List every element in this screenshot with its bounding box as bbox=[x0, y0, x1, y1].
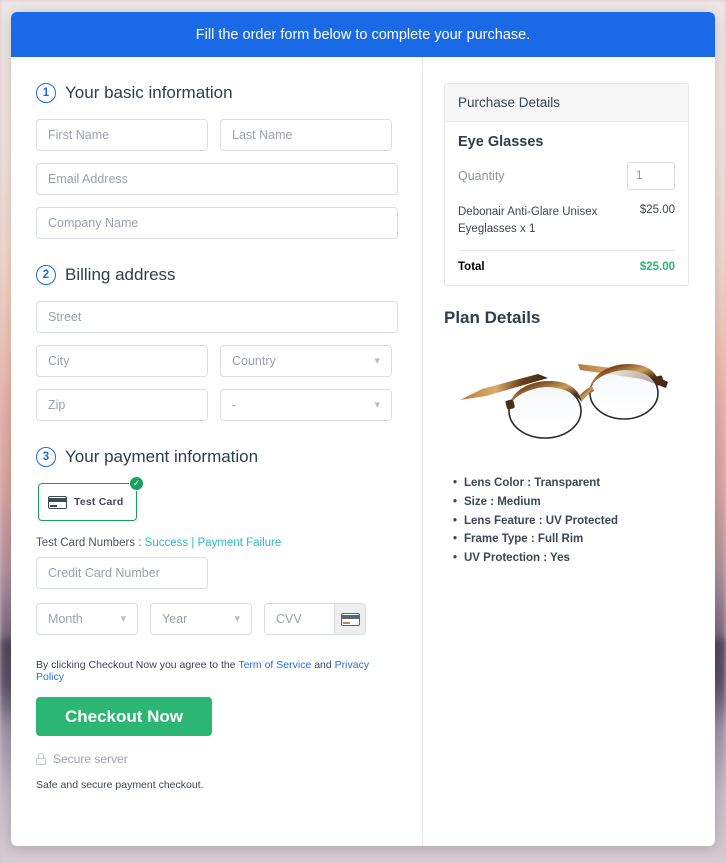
secure-server-label: Secure server bbox=[53, 752, 128, 766]
spec-item: Size : Medium bbox=[453, 493, 689, 512]
expiry-year-value: Year bbox=[162, 612, 188, 626]
success-link[interactable]: Success bbox=[145, 537, 188, 549]
cvv-help-button[interactable] bbox=[334, 603, 366, 635]
quantity-label: Quantity bbox=[458, 169, 505, 183]
checkout-card: Fill the order form below to complete yo… bbox=[11, 12, 715, 846]
step-1-title: Your basic information bbox=[65, 83, 233, 102]
credit-card-icon bbox=[48, 495, 67, 509]
test-card-numbers-line: Test Card Numbers : Success | Payment Fa… bbox=[36, 537, 398, 549]
chevron-down-icon: ▾ bbox=[234, 612, 240, 625]
total-label: Total bbox=[458, 261, 485, 274]
state-select-value: - bbox=[232, 398, 237, 412]
banner-text: Fill the order form below to complete yo… bbox=[195, 26, 531, 43]
step-2-title: Billing address bbox=[65, 265, 176, 284]
step-2-heading: 2 Billing address bbox=[36, 265, 398, 285]
expiry-cvv-row: Month ▾ Year ▾ CVV bbox=[36, 603, 398, 635]
line-item-description: Debonair Anti-Glare Unisex Eyeglasses x … bbox=[458, 206, 598, 235]
spec-item: Frame Type : Full Rim bbox=[453, 530, 689, 549]
chevron-down-icon: ▾ bbox=[374, 398, 380, 411]
city-country-row: City Country ▾ bbox=[36, 345, 398, 377]
purchase-details-card: Purchase Details Eye Glasses Quantity 1 … bbox=[444, 83, 689, 287]
agreement-prefix: By clicking Checkout Now you agree to th… bbox=[36, 659, 239, 671]
link-separator: | bbox=[188, 537, 198, 549]
card-number-row: Credit Card Number bbox=[36, 557, 398, 589]
step-2-number: 2 bbox=[36, 265, 56, 285]
summary-column: Purchase Details Eye Glasses Quantity 1 … bbox=[423, 57, 715, 846]
step-1-heading: 1 Your basic information bbox=[36, 83, 398, 103]
spec-item: UV Protection : Yes bbox=[453, 549, 689, 568]
total-row: Total $25.00 bbox=[458, 261, 675, 273]
state-select[interactable]: - ▾ bbox=[220, 389, 392, 421]
agreement-middle: and bbox=[311, 659, 335, 671]
test-card-button[interactable]: Test Card bbox=[38, 483, 137, 521]
step-3-title: Your payment information bbox=[65, 447, 259, 466]
checkout-now-button[interactable]: Checkout Now bbox=[36, 697, 212, 736]
line-item-row: Debonair Anti-Glare Unisex Eyeglasses x … bbox=[458, 204, 675, 237]
cvv-group: CVV bbox=[264, 603, 366, 635]
expiry-month-value: Month bbox=[48, 612, 83, 626]
chevron-down-icon: ▾ bbox=[120, 612, 126, 625]
quantity-input[interactable]: 1 bbox=[627, 162, 675, 190]
expiry-month-select[interactable]: Month ▾ bbox=[36, 603, 138, 635]
instruction-banner: Fill the order form below to complete yo… bbox=[11, 12, 715, 57]
email-input[interactable]: Email Address bbox=[36, 163, 398, 195]
safe-checkout-note: Safe and secure payment checkout. bbox=[36, 779, 204, 791]
expiry-year-select[interactable]: Year ▾ bbox=[150, 603, 252, 635]
test-card-option[interactable]: Test Card ✓ bbox=[38, 476, 144, 521]
order-form-column: 1 Your basic information First Name Last… bbox=[11, 57, 423, 846]
product-title: Eye Glasses bbox=[458, 134, 544, 150]
street-row: Street bbox=[36, 301, 398, 333]
step-3-number: 3 bbox=[36, 447, 56, 467]
name-row: First Name Last Name bbox=[36, 119, 398, 151]
email-row: Email Address bbox=[36, 163, 398, 195]
step-3-heading: 3 Your payment information bbox=[36, 447, 398, 467]
line-item-amount: $25.00 bbox=[639, 204, 675, 216]
agreement-text: By clicking Checkout Now you agree to th… bbox=[36, 659, 398, 683]
test-card-label: Test Card bbox=[74, 496, 124, 508]
street-input[interactable]: Street bbox=[36, 301, 398, 333]
chevron-down-icon: ▾ bbox=[374, 354, 380, 367]
country-select[interactable]: Country ▾ bbox=[220, 345, 392, 377]
lock-icon bbox=[36, 753, 46, 765]
spec-item: Lens Feature : UV Protected bbox=[453, 512, 689, 531]
country-select-value: Country bbox=[232, 354, 276, 368]
summary-divider bbox=[458, 250, 675, 252]
step-1-number: 1 bbox=[36, 83, 56, 103]
total-amount: $25.00 bbox=[639, 261, 675, 274]
credit-card-number-input[interactable]: Credit Card Number bbox=[36, 557, 208, 589]
last-name-input[interactable]: Last Name bbox=[220, 119, 392, 151]
eyeglasses-product-image bbox=[444, 344, 689, 462]
check-circle-icon: ✓ bbox=[129, 476, 144, 491]
company-row: Company Name bbox=[36, 207, 398, 239]
spec-item: Lens Color : Transparent bbox=[453, 474, 689, 493]
test-numbers-label: Test Card Numbers : bbox=[36, 537, 145, 549]
purchase-details-header: Purchase Details bbox=[445, 84, 688, 122]
payment-failure-link[interactable]: Payment Failure bbox=[198, 537, 282, 549]
zip-input[interactable]: Zip bbox=[36, 389, 208, 421]
quantity-row: Quantity 1 bbox=[458, 162, 675, 190]
plan-details-title: Plan Details bbox=[444, 308, 541, 328]
company-name-input[interactable]: Company Name bbox=[36, 207, 398, 239]
secure-server-note: Secure server bbox=[36, 752, 398, 766]
first-name-input[interactable]: First Name bbox=[36, 119, 208, 151]
terms-of-service-link[interactable]: Term of Service bbox=[238, 659, 311, 671]
cvv-input[interactable]: CVV bbox=[264, 603, 334, 635]
checkout-body: 1 Your basic information First Name Last… bbox=[11, 57, 715, 846]
zip-state-row: Zip - ▾ bbox=[36, 389, 398, 421]
city-input[interactable]: City bbox=[36, 345, 208, 377]
product-specs-list: Lens Color : Transparent Size : Medium L… bbox=[444, 474, 689, 567]
credit-card-icon bbox=[340, 612, 360, 626]
purchase-details-body: Eye Glasses Quantity 1 Debonair Anti-Gla… bbox=[445, 122, 688, 285]
